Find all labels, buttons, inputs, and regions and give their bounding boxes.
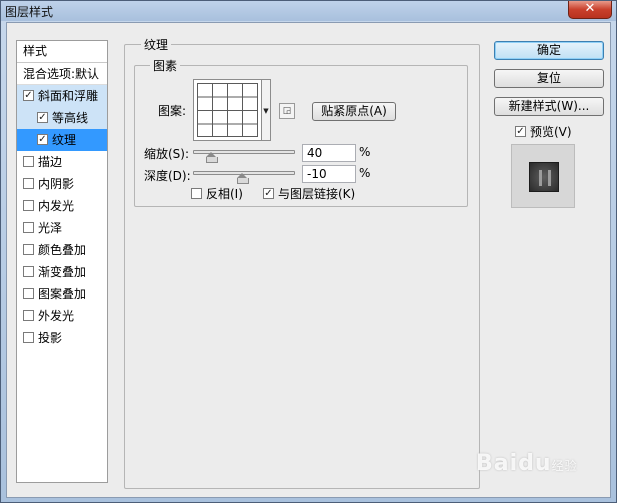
layer-style-dialog: 图层样式 ✕ 样式 混合选项:默认 ✓ 斜面和浮雕 ✓ 等高线 ✓ 纹理 描边 内阴影 xyxy=(0,0,617,503)
depth-label: 深度(D): xyxy=(144,169,191,183)
styles-list: 样式 混合选项:默认 ✓ 斜面和浮雕 ✓ 等高线 ✓ 纹理 描边 内阴影 内发光 光泽 xyxy=(16,40,108,483)
link-with-layer-checkbox[interactable]: ✓ xyxy=(263,188,274,199)
style-item-color-overlay[interactable]: 颜色叠加 xyxy=(17,239,107,261)
checkbox-icon[interactable] xyxy=(23,178,34,189)
checkbox-icon[interactable] xyxy=(23,222,34,233)
style-item-label: 颜色叠加 xyxy=(38,243,87,257)
pattern-swatch[interactable] xyxy=(193,79,262,141)
title-bar[interactable]: 图层样式 ✕ xyxy=(1,1,616,21)
checkbox-icon[interactable] xyxy=(23,200,34,211)
window-title: 图层样式 xyxy=(5,5,54,19)
style-item-label: 投影 xyxy=(38,331,63,345)
style-item-label: 等高线 xyxy=(52,111,89,125)
scale-label: 缩放(S): xyxy=(144,147,190,161)
baidu-watermark: Baidu经验 xyxy=(476,451,578,476)
style-item-texture[interactable]: ✓ 纹理 xyxy=(17,129,107,151)
depth-input[interactable]: -10 xyxy=(302,165,356,183)
style-preview-thumbnail xyxy=(511,144,575,208)
checkbox-icon[interactable]: ✓ xyxy=(37,134,48,145)
dialog-client: 样式 混合选项:默认 ✓ 斜面和浮雕 ✓ 等高线 ✓ 纹理 描边 内阴影 内发光 光泽 xyxy=(6,22,611,498)
style-item-label: 描边 xyxy=(38,155,63,169)
style-item-label: 内发光 xyxy=(38,199,75,213)
checkbox-icon[interactable] xyxy=(23,266,34,277)
depth-slider-thumb[interactable] xyxy=(237,173,249,184)
invert-checkbox[interactable] xyxy=(191,188,202,199)
style-item-label: 斜面和浮雕 xyxy=(38,89,99,103)
depth-percent-label: % xyxy=(359,166,371,180)
style-item-contour[interactable]: ✓ 等高线 xyxy=(17,107,107,129)
preview-checkbox[interactable]: ✓ xyxy=(515,126,526,137)
invert-label: 反相(I) xyxy=(206,187,243,201)
style-item-pattern-overlay[interactable]: 图案叠加 xyxy=(17,283,107,305)
styles-header[interactable]: 样式 xyxy=(17,41,107,63)
ok-button[interactable]: 确定 xyxy=(494,41,604,60)
scale-percent-label: % xyxy=(359,145,371,159)
scale-input[interactable]: 40 xyxy=(302,144,356,162)
style-item-label: 内阴影 xyxy=(38,177,75,191)
style-item-label: 外发光 xyxy=(38,309,75,323)
checkbox-icon[interactable]: ✓ xyxy=(37,112,48,123)
watermark-brand: Baidu xyxy=(476,451,552,476)
watermark-suffix: 经验 xyxy=(551,459,578,473)
preview-option[interactable]: ✓ 预览(V) xyxy=(515,123,572,140)
close-button[interactable]: ✕ xyxy=(568,1,612,19)
preview-swatch xyxy=(529,162,559,192)
checkbox-icon[interactable]: ✓ xyxy=(23,90,34,101)
style-item-label: 光泽 xyxy=(38,221,63,235)
invert-option[interactable]: 反相(I) xyxy=(191,185,243,202)
checkbox-icon[interactable] xyxy=(23,288,34,299)
preview-label: 预览(V) xyxy=(530,125,572,139)
checkbox-icon[interactable] xyxy=(23,244,34,255)
preview-texture-mark xyxy=(539,170,551,186)
style-item-label: 渐变叠加 xyxy=(38,265,87,279)
style-item-label: 图案叠加 xyxy=(38,287,87,301)
scale-slider-thumb[interactable] xyxy=(206,152,218,163)
link-with-layer-option[interactable]: ✓ 与图层链接(K) xyxy=(263,185,355,202)
pattern-grid-preview xyxy=(197,83,258,137)
blend-options-item[interactable]: 混合选项:默认 xyxy=(17,63,107,85)
style-item-bevel-emboss[interactable]: ✓ 斜面和浮雕 xyxy=(17,85,107,107)
pattern-dropdown-arrow-icon[interactable]: ▼ xyxy=(262,79,271,141)
checkbox-icon[interactable] xyxy=(23,332,34,343)
style-item-gradient-overlay[interactable]: 渐变叠加 xyxy=(17,261,107,283)
reset-button[interactable]: 复位 xyxy=(494,69,604,88)
style-item-inner-shadow[interactable]: 内阴影 xyxy=(17,173,107,195)
checkbox-icon[interactable] xyxy=(23,156,34,167)
style-item-outer-glow[interactable]: 外发光 xyxy=(17,305,107,327)
style-item-label: 纹理 xyxy=(52,133,77,147)
snap-to-origin-button[interactable]: 贴紧原点(A) xyxy=(312,102,396,121)
style-item-drop-shadow[interactable]: 投影 xyxy=(17,327,107,349)
pattern-label: 图案: xyxy=(158,104,187,118)
style-item-satin[interactable]: 光泽 xyxy=(17,217,107,239)
pattern-group-title: 图素 xyxy=(150,57,181,74)
style-item-stroke[interactable]: 描边 xyxy=(17,151,107,173)
checkbox-icon[interactable] xyxy=(23,310,34,321)
new-style-button[interactable]: 新建样式(W)... xyxy=(494,97,604,116)
link-with-layer-label: 与图层链接(K) xyxy=(278,187,356,201)
style-item-inner-glow[interactable]: 内发光 xyxy=(17,195,107,217)
new-preset-icon[interactable]: ◲ xyxy=(279,103,295,119)
texture-group-title: 纹理 xyxy=(141,36,172,53)
